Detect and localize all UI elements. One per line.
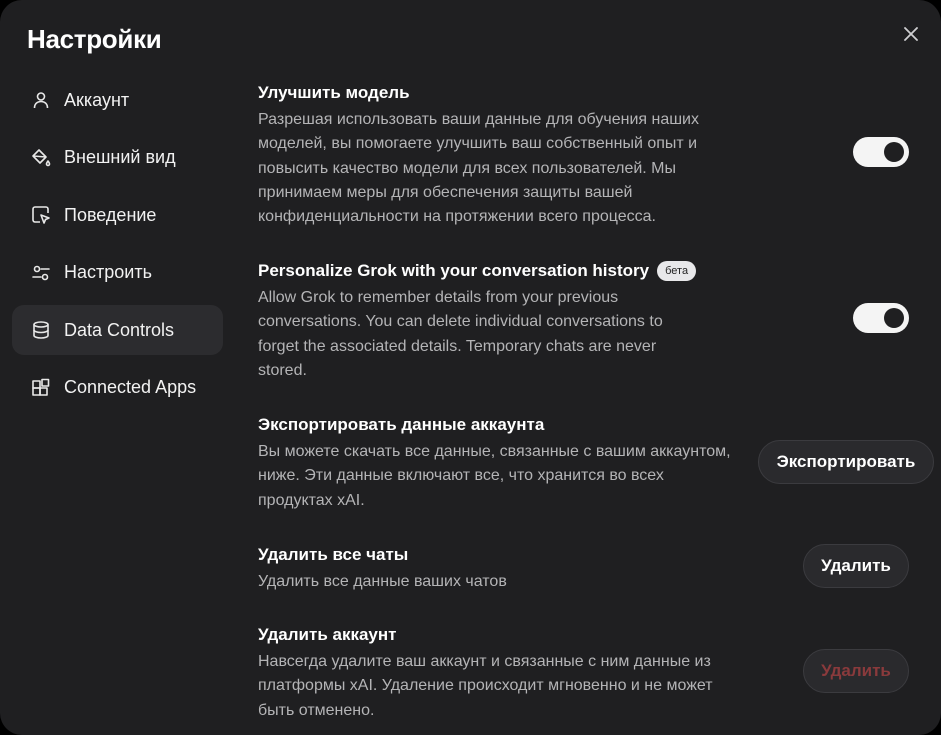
personalize-title: Personalize Grok with your conversation … <box>258 261 650 280</box>
dialog-title: Настройки <box>27 24 162 54</box>
personalize-title-row: Personalize Grok with your conversation … <box>258 260 934 282</box>
sidebar-item-label: Data Controls <box>64 319 175 340</box>
export-section: Экспортировать данные аккаунта Вы можете… <box>258 414 738 513</box>
sidebar-item-data-controls[interactable]: Data Controls <box>12 305 223 355</box>
delete-chats-title: Удалить все чаты <box>258 545 409 564</box>
improve-model-toggle[interactable] <box>853 137 909 167</box>
delete-account-button[interactable]: Удалить <box>803 649 909 693</box>
improve-model-title: Улучшить модель <box>258 83 410 102</box>
close-button[interactable] <box>899 22 923 46</box>
sidebar-item-label: Connected Apps <box>64 377 197 397</box>
apps-grid-icon <box>30 377 52 399</box>
toggle-knob <box>884 308 904 328</box>
export-button[interactable]: Экспортировать <box>758 440 934 484</box>
improve-model-section: Улучшить модель Разрешая использовать ва… <box>258 82 738 229</box>
sidebar-item-appearance[interactable]: Внешний вид <box>12 133 223 183</box>
sidebar-item-label: Аккаунт <box>64 89 130 110</box>
delete-account-description: Навсегда удалите ваш аккаунт и связанные… <box>258 653 713 719</box>
delete-account-title: Удалить аккаунт <box>258 625 397 644</box>
beta-badge: бета <box>657 261 697 281</box>
personalize-section: Personalize Grok with your conversation … <box>258 260 934 383</box>
delete-chats-button[interactable]: Удалить <box>803 544 909 588</box>
cursor-icon <box>30 204 52 226</box>
sidebar-item-label: Внешний вид <box>64 147 176 167</box>
sliders-icon <box>30 262 52 284</box>
sidebar-item-customize[interactable]: Настроить <box>12 248 223 298</box>
sidebar-item-label: Поведение <box>64 204 157 225</box>
sidebar-item-label: Настроить <box>64 262 152 282</box>
delete-chats-section: Удалить все чаты Удалить все данные ваши… <box>258 544 738 594</box>
personalize-toggle[interactable] <box>853 303 909 333</box>
personalize-description: Allow Grok to remember details from your… <box>258 289 663 379</box>
delete-account-section: Удалить аккаунт Навсегда удалите ваш акк… <box>258 624 748 723</box>
database-icon <box>30 319 52 341</box>
sidebar-item-behavior[interactable]: Поведение <box>12 190 223 240</box>
paint-bucket-icon <box>30 147 52 169</box>
sidebar-nav: Аккаунт Внешний вид Поведение Настроить … <box>12 75 223 420</box>
delete-chats-description: Удалить все данные ваших чатов <box>258 573 507 590</box>
export-title: Экспортировать данные аккаунта <box>258 415 545 434</box>
improve-model-description: Разрешая использовать ваши данные для об… <box>258 111 699 226</box>
sidebar-item-account[interactable]: Аккаунт <box>12 75 223 125</box>
settings-dialog: Настройки Аккаунт Внешний вид Поведение <box>0 0 941 735</box>
user-icon <box>30 89 52 111</box>
close-icon <box>904 27 918 41</box>
export-description: Вы можете скачать все данные, связанные … <box>258 443 731 509</box>
sidebar-item-connected-apps[interactable]: Connected Apps <box>12 363 223 413</box>
toggle-knob <box>884 142 904 162</box>
